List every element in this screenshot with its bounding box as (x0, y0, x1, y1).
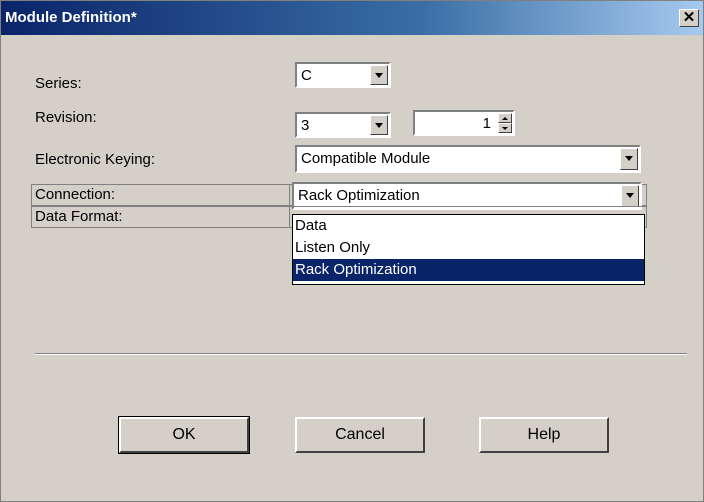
title-bar[interactable]: Module Definition* ✕ (1, 1, 703, 35)
series-label: Series: (35, 75, 82, 92)
revision-major-value: 3 (301, 117, 310, 134)
revision-label: Revision: (35, 109, 97, 126)
spin-up-icon[interactable] (498, 113, 512, 123)
keying-dropdown[interactable]: Compatible Module (295, 145, 641, 173)
option-listen-only[interactable]: Listen Only (293, 237, 644, 259)
connection-label: Connection: (32, 185, 290, 205)
close-button[interactable]: ✕ (679, 9, 699, 27)
dialog-window: Module Definition* ✕ Series: C Revision:… (0, 0, 704, 502)
series-value: C (301, 67, 312, 84)
spinner-arrows[interactable] (498, 113, 512, 133)
connection-options-list[interactable]: Data Listen Only Rack Optimization (292, 214, 645, 285)
data-format-label: Data Format: (32, 207, 290, 227)
connection-value: Rack Optimization (298, 187, 420, 204)
revision-minor-spinner[interactable]: 1 (413, 110, 515, 136)
series-dropdown[interactable]: C (295, 62, 391, 88)
separator-line (35, 353, 687, 355)
help-button[interactable]: Help (479, 417, 609, 453)
cancel-button[interactable]: Cancel (295, 417, 425, 453)
close-icon: ✕ (682, 9, 696, 26)
chevron-down-icon[interactable] (621, 185, 639, 207)
ok-button[interactable]: OK (118, 416, 250, 454)
option-data[interactable]: Data (293, 215, 644, 237)
revision-minor-value: 1 (482, 115, 491, 132)
option-rack-optimization[interactable]: Rack Optimization (293, 259, 644, 281)
spin-down-icon[interactable] (498, 123, 512, 133)
keying-value: Compatible Module (301, 150, 431, 167)
revision-major-dropdown[interactable]: 3 (295, 112, 391, 138)
chevron-down-icon[interactable] (370, 65, 388, 85)
window-title: Module Definition* (5, 9, 137, 26)
chevron-down-icon[interactable] (620, 148, 638, 170)
keying-label: Electronic Keying: (35, 151, 156, 168)
chevron-down-icon[interactable] (370, 115, 388, 135)
